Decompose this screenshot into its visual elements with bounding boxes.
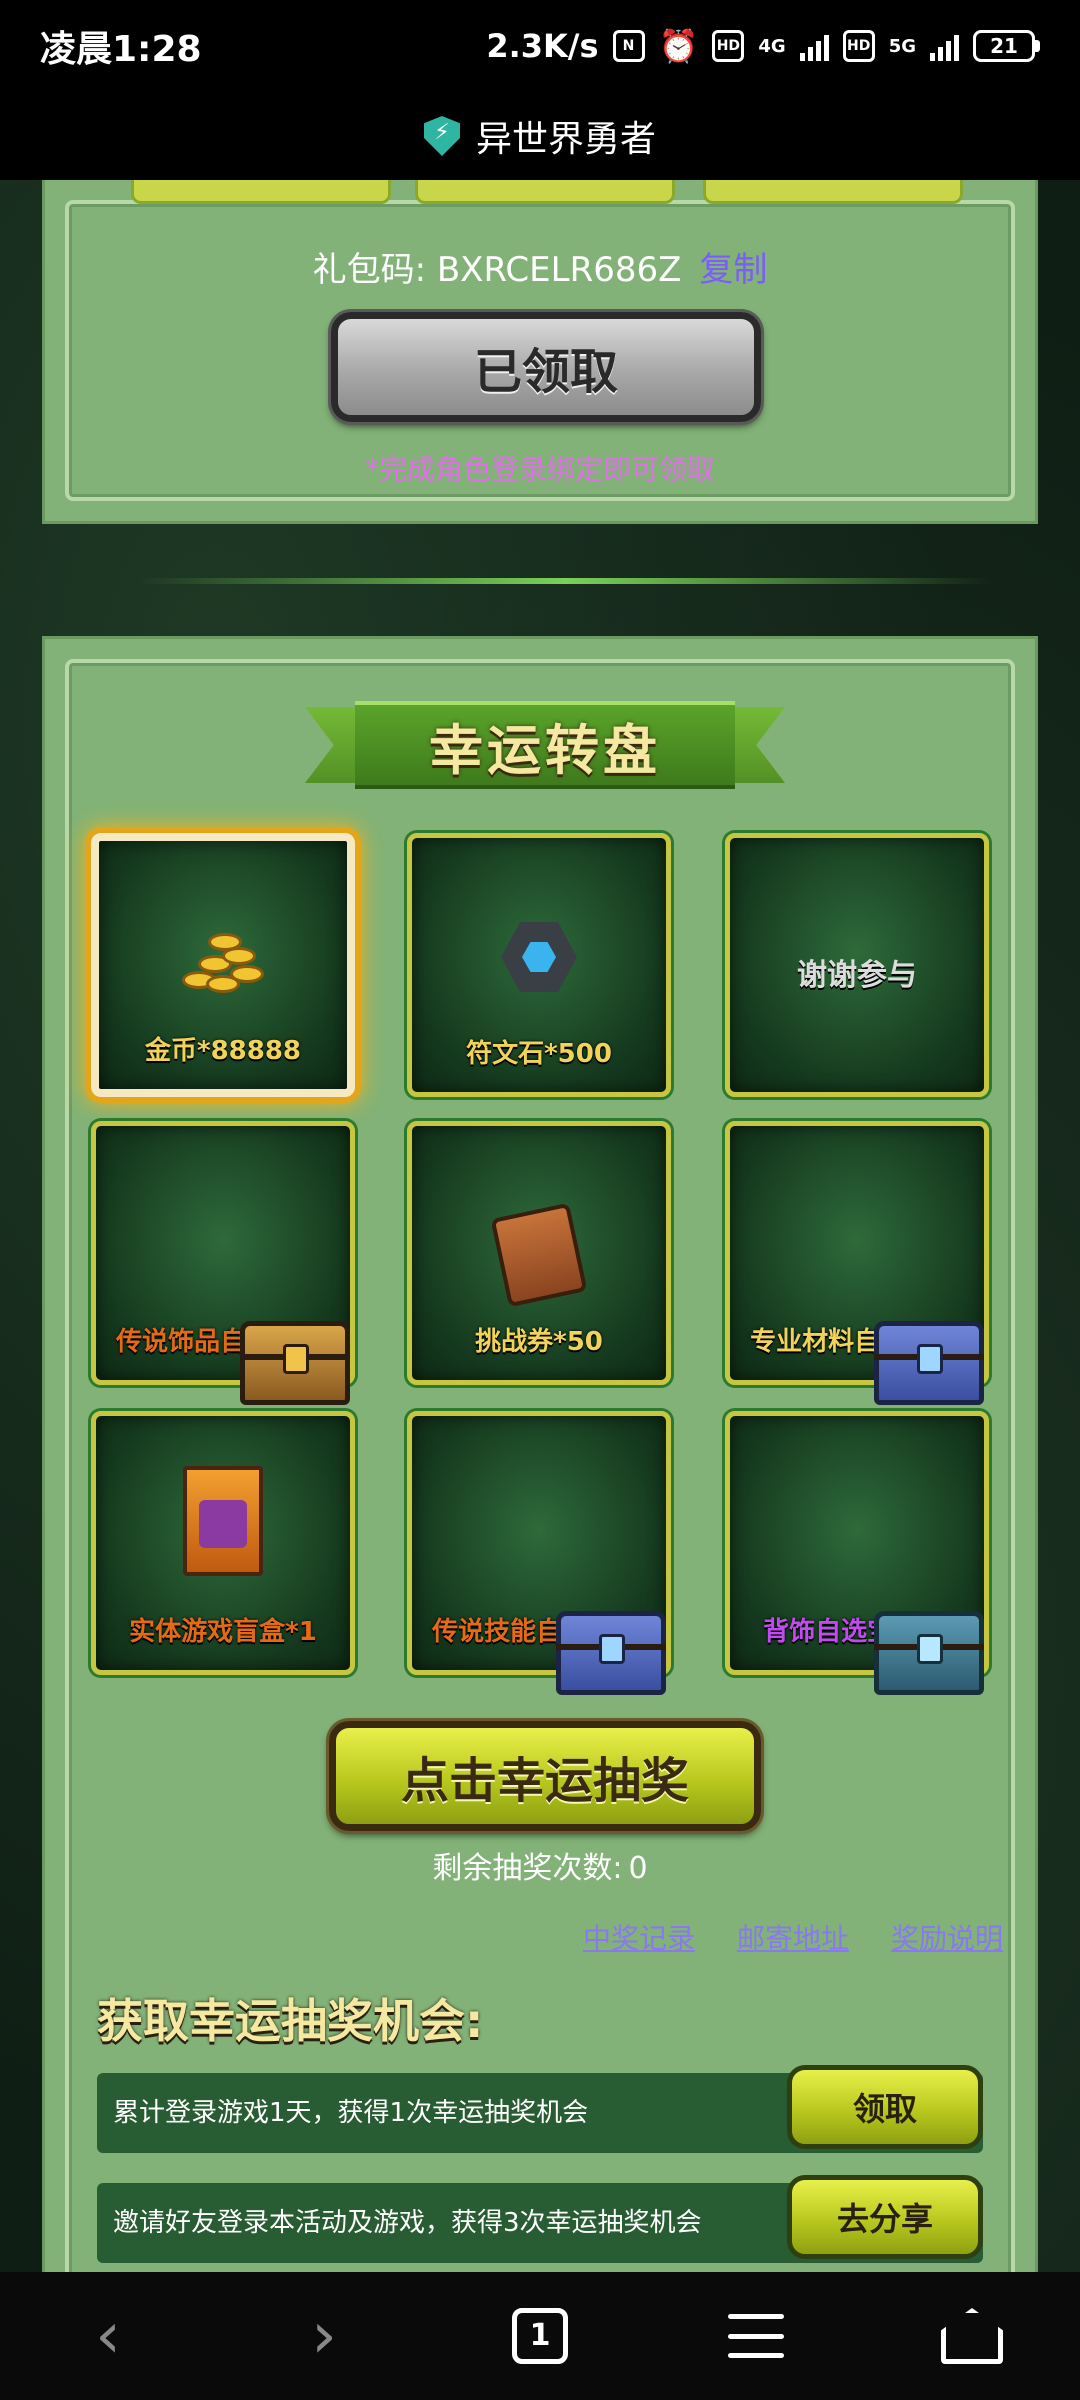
home-icon — [941, 2308, 1003, 2364]
tabs-button[interactable]: 1 — [490, 2286, 590, 2386]
gift-code-panel: 礼包码: BXRCELR686Z 复制 已领取 *完成角色登录绑定即可领取 — [42, 180, 1038, 524]
remaining-draws-count: 0 — [628, 1851, 648, 1886]
status-time: 凌晨1:28 — [40, 29, 202, 70]
prize-cell-legend-accessory-box: 传说饰品自选箱*1 — [91, 1121, 355, 1405]
gold-chest-icon — [240, 1321, 350, 1405]
lucky-wheel-panel: 幸运转盘 金币*88888 符文石*500 谢谢参与 传说饰品自选箱*1 挑战券… — [42, 636, 1038, 2296]
back-button[interactable]: ‹ — [58, 2286, 158, 2386]
task-row-login: 累计登录游戏1天，获得1次幸运抽奖机会 领取 — [97, 2065, 983, 2153]
network-type-1: 4G — [758, 35, 786, 57]
menu-icon — [728, 2314, 784, 2358]
network-type-2: 5G — [888, 35, 916, 57]
remaining-draws-label: 剩余抽奖次数: — [432, 1851, 623, 1886]
reward-rules-link[interactable]: 奖励说明 — [891, 1917, 1003, 1957]
challenge-ticket-icon — [490, 1202, 588, 1308]
task-row-invite: 邀请好友登录本活动及游戏，获得3次幸运抽奖机会 去分享 — [97, 2175, 983, 2263]
alarm-icon: ⏰ — [658, 27, 699, 65]
reward-stub — [131, 180, 391, 204]
prize-cell-legend-skill-box: 传说技能自选箱*1 — [407, 1411, 671, 1695]
bind-note: *完成角色登录绑定即可领取 — [364, 453, 715, 486]
forward-button[interactable]: › — [274, 2286, 374, 2386]
blue-chest-icon — [874, 1321, 984, 1405]
section-divider — [140, 578, 990, 584]
gift-code-line: 礼包码: BXRCELR686Z 复制 — [45, 242, 1035, 291]
prize-cell-back-accessory-box: 背饰自选宝箱*1 — [725, 1411, 989, 1695]
reward-stub — [415, 180, 675, 204]
chevron-right-icon: › — [311, 2299, 337, 2373]
claimed-button[interactable]: 已领取 — [331, 312, 761, 422]
prize-cell-coins: 金币*88888 — [91, 833, 355, 1097]
prize-label: 实体游戏盲盒*1 — [129, 1617, 317, 1647]
lucky-draw-button[interactable]: 点击幸运抽奖 — [329, 1721, 761, 1831]
task-description: 累计登录游戏1天，获得1次幸运抽奖机会 — [113, 2098, 589, 2128]
mailing-address-link[interactable]: 邮寄地址 — [737, 1917, 849, 1957]
signal-icon — [930, 31, 959, 61]
remaining-draws: 剩余抽奖次数: 0 — [45, 1843, 1035, 1887]
network-speed: 2.3K/s — [486, 27, 599, 65]
nfc-icon: N — [612, 30, 645, 62]
chances-title: 获取幸运抽奖机会: — [97, 1994, 484, 2048]
chevron-left-icon: ‹ — [95, 2299, 121, 2373]
reward-stub — [703, 180, 963, 204]
prize-cell-challenge-ticket: 挑战券*50 — [407, 1121, 671, 1385]
rune-stone-icon — [501, 922, 577, 992]
prize-label: 谢谢参与 — [797, 958, 917, 993]
prize-label: 金币*88888 — [144, 1036, 302, 1066]
blue-chest-icon — [556, 1611, 666, 1695]
app-title: 异世界勇者 — [475, 119, 656, 160]
hd-icon: HD — [842, 30, 875, 62]
prize-cell-material-box: 专业材料自选箱*1 — [725, 1121, 989, 1405]
app-title-bar: 异世界勇者 — [0, 92, 1080, 180]
tabs-icon: 1 — [512, 2308, 568, 2364]
wheel-links: 中奖记录 邮寄地址 奖励说明 — [583, 1917, 1003, 1957]
gift-code: 礼包码: BXRCELR686Z — [312, 250, 682, 290]
task-description: 邀请好友登录本活动及游戏，获得3次幸运抽奖机会 — [113, 2208, 702, 2238]
coin-icon — [178, 925, 268, 1005]
prize-cell-rune-stone: 符文石*500 — [407, 833, 671, 1097]
copy-button[interactable]: 复制 — [699, 250, 767, 290]
blind-box-icon — [183, 1466, 263, 1576]
status-indicators: 2.3K/s N ⏰ HD 4G HD 5G 21 — [486, 27, 1040, 65]
battery-level: 21 — [973, 30, 1035, 62]
hd-icon: HD — [712, 30, 745, 62]
prize-label: 挑战券*50 — [475, 1327, 603, 1357]
prize-cell-blind-box: 实体游戏盲盒*1 — [91, 1411, 355, 1675]
winning-records-link[interactable]: 中奖记录 — [583, 1917, 695, 1957]
signal-icon — [799, 31, 829, 61]
share-button[interactable]: 去分享 — [787, 2175, 983, 2259]
reward-stub-row — [45, 180, 1035, 206]
shield-icon — [423, 116, 460, 156]
browser-nav-bar: ‹ › 1 — [0, 2272, 1080, 2400]
status-bar: 凌晨1:28 2.3K/s N ⏰ HD 4G HD 5G 21 — [0, 0, 1080, 92]
prize-cell-thanks: 谢谢参与 — [725, 833, 989, 1097]
teal-chest-icon — [874, 1611, 984, 1695]
home-button[interactable] — [922, 2286, 1022, 2386]
prize-label: 符文石*500 — [466, 1039, 612, 1069]
claim-button[interactable]: 领取 — [787, 2065, 983, 2149]
battery-icon: 21 — [973, 30, 1040, 62]
menu-button[interactable] — [706, 2286, 806, 2386]
